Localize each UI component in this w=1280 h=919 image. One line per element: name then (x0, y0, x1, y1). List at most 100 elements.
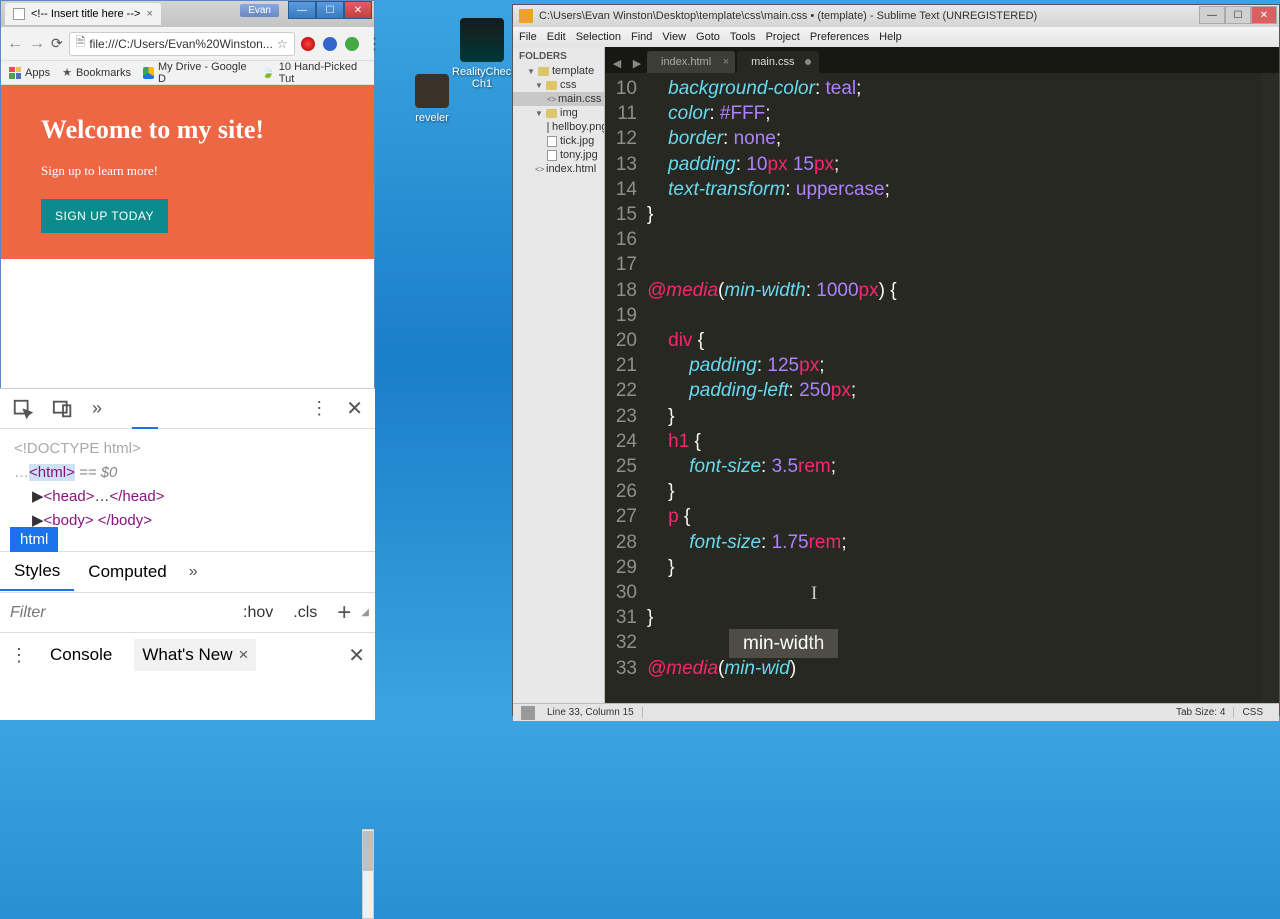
signup-button[interactable]: SIGN UP TODAY (41, 199, 168, 233)
close-icon[interactable]: × (146, 8, 152, 20)
chrome-tabstrip: <!-- Insert title here --> × Evan — ☐ ✕ (1, 1, 374, 27)
tab-title: <!-- Insert title here --> (31, 8, 140, 20)
devtools-drawer: ⋮ Console What's New× ✕ (0, 633, 375, 677)
minimize-button[interactable]: — (288, 1, 316, 19)
kebab-icon[interactable]: ⋮ (10, 645, 28, 666)
code-content[interactable]: background-color: teal; color: #FFF; bor… (647, 73, 1279, 703)
menu-icon[interactable]: ⋮ (367, 34, 383, 54)
menu-goto[interactable]: Goto (696, 31, 720, 43)
close-icon[interactable]: × (723, 56, 729, 68)
scrollbar-thumb[interactable] (363, 831, 373, 871)
doctype-text: <!DOCTYPE html> (14, 440, 141, 457)
maximize-button[interactable]: ☐ (316, 1, 344, 19)
filter-input[interactable] (0, 596, 233, 630)
reload-button[interactable]: ⟳ (51, 35, 63, 52)
menu-edit[interactable]: Edit (547, 31, 566, 43)
close-button[interactable]: ✕ (344, 1, 372, 19)
menu-help[interactable]: Help (879, 31, 902, 43)
bookmark-bookmarks[interactable]: ★Bookmarks (62, 66, 131, 79)
window-controls: — ☐ ✕ (1199, 6, 1277, 24)
status-tabsize[interactable]: Tab Size: 4 (1168, 707, 1234, 718)
extension-icon[interactable] (323, 37, 337, 51)
selected-indicator: == $0 (75, 464, 118, 481)
chrome-tab[interactable]: <!-- Insert title here --> × (5, 3, 161, 25)
file-icon: 🗎 (76, 33, 86, 54)
tree-folder-template[interactable]: ▼template (513, 64, 604, 78)
tree-file[interactable]: tony.jpg (513, 148, 604, 162)
minimap[interactable] (1261, 73, 1279, 703)
code-editor[interactable]: 1011121314151617181920212223242526272829… (605, 73, 1279, 703)
menu-find[interactable]: Find (631, 31, 652, 43)
tab-whatsnew[interactable]: What's New× (134, 639, 256, 671)
tab-computed[interactable]: Computed (74, 554, 180, 590)
status-language[interactable]: CSS (1234, 707, 1271, 718)
cls-toggle[interactable]: .cls (283, 604, 327, 622)
menu-view[interactable]: View (662, 31, 686, 43)
resize-icon[interactable]: ◢ (361, 607, 375, 618)
desktop-icon-image (415, 74, 449, 108)
tree-file[interactable]: hellboy.png (513, 120, 604, 134)
bookmark-drive[interactable]: My Drive - Google D (143, 61, 249, 85)
apps-icon (9, 67, 21, 79)
dirty-indicator-icon (805, 59, 811, 65)
close-icon[interactable]: × (239, 645, 249, 665)
autocomplete-popup[interactable]: min-width (729, 629, 838, 658)
bookmark-apps[interactable]: Apps (9, 67, 50, 79)
sidebar-header: FOLDERS (513, 49, 604, 64)
maximize-button[interactable]: ☐ (1225, 6, 1251, 24)
menu-project[interactable]: Project (766, 31, 800, 43)
devtools-elements[interactable]: <!DOCTYPE html> …<html> == $0 ▶<head>…</… (0, 429, 375, 529)
hero-section: Welcome to my site! Sign up to learn mor… (1, 85, 374, 259)
editor-tab-indexhtml[interactable]: index.html× (647, 51, 735, 73)
breadcrumb[interactable]: html (0, 529, 375, 551)
bookmark-tuts[interactable]: 🍃10 Hand-Picked Tut (261, 61, 366, 85)
scrollbar[interactable] (362, 829, 374, 919)
sublime-statusbar: Line 33, Column 15 Tab Size: 4 CSS (513, 703, 1279, 721)
kebab-icon[interactable]: ⋮ (310, 398, 328, 419)
tree-file[interactable]: tick.jpg (513, 134, 604, 148)
tab-nav-back[interactable]: ◀ (607, 53, 627, 73)
minimize-button[interactable]: — (1199, 6, 1225, 24)
close-icon[interactable]: ✕ (346, 396, 363, 421)
folder-icon (538, 67, 549, 76)
star-icon[interactable]: ☆ (277, 37, 288, 51)
menu-tools[interactable]: Tools (730, 31, 756, 43)
overflow-icon[interactable]: » (92, 398, 102, 419)
tab-styles[interactable]: Styles (0, 553, 74, 591)
status-icon[interactable] (521, 706, 535, 720)
close-icon[interactable]: ✕ (348, 643, 365, 668)
add-rule-button[interactable]: + (327, 599, 361, 627)
chrome-user-badge[interactable]: Evan (240, 4, 279, 17)
address-text: file:///C:/Users/Evan%20Winston... (89, 37, 272, 51)
hov-toggle[interactable]: :hov (233, 604, 283, 622)
tree-file-indexhtml[interactable]: <>index.html (513, 162, 604, 176)
device-toggle-icon[interactable] (52, 398, 74, 420)
sublime-sidebar: FOLDERS ▼template ▼css <>main.css ▼img h… (513, 47, 605, 703)
status-cursor-pos[interactable]: Line 33, Column 15 (539, 707, 643, 718)
tree-file-maincss[interactable]: <>main.css (513, 92, 604, 106)
close-button[interactable]: ✕ (1251, 6, 1277, 24)
back-button[interactable]: ← (7, 35, 23, 53)
inspect-icon[interactable] (12, 398, 34, 420)
menu-preferences[interactable]: Preferences (810, 31, 869, 43)
overflow-icon[interactable]: » (181, 555, 206, 589)
desktop-icon-reveler[interactable]: reveler (402, 74, 462, 124)
forward-button[interactable]: → (29, 35, 45, 53)
tab-nav-fwd[interactable]: ▶ (627, 53, 647, 73)
folder-icon (546, 81, 557, 90)
sublime-editor-area: ◀ ▶ index.html× main.css 101112131415161… (605, 47, 1279, 703)
editor-tab-maincss[interactable]: main.css (737, 51, 818, 73)
tab-console[interactable]: Console (42, 639, 120, 671)
tree-folder-img[interactable]: ▼img (513, 106, 604, 120)
extension-icon[interactable] (301, 37, 315, 51)
menu-file[interactable]: File (519, 31, 537, 43)
file-icon (547, 150, 557, 161)
text-cursor: I (811, 581, 817, 606)
sublime-titlebar[interactable]: C:\Users\Evan Winston\Desktop\template\c… (513, 5, 1279, 27)
page-viewport: Welcome to my site! Sign up to learn mor… (1, 85, 374, 385)
extensions: ⋮ (301, 34, 383, 54)
menu-selection[interactable]: Selection (576, 31, 621, 43)
tree-folder-css[interactable]: ▼css (513, 78, 604, 92)
address-bar[interactable]: 🗎 file:///C:/Users/Evan%20Winston... ☆ (69, 32, 295, 56)
extension-icon[interactable] (345, 37, 359, 51)
